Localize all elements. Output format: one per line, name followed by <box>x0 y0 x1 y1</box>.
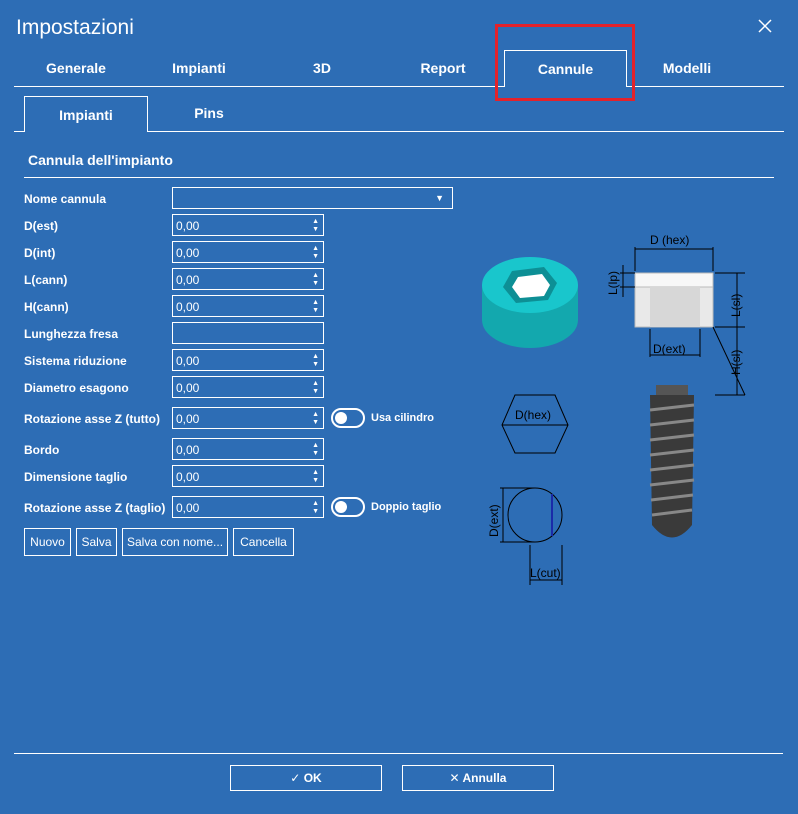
annulla-button[interactable]: ✕ Annulla <box>402 765 554 791</box>
tab-report[interactable]: Report <box>410 60 476 80</box>
d-int-spinbox[interactable]: 0,00 ▲ ▼ <box>172 241 324 263</box>
dimensione-taglio-value: 0,00 <box>176 470 200 484</box>
rotazione-tutto-value: 0,00 <box>176 412 200 426</box>
sistema-riduzione-spinbox[interactable]: 0,00 ▲ ▼ <box>172 349 324 371</box>
d-hex-2-label: D(hex) <box>515 408 551 422</box>
d-est-spinbox[interactable]: 0,00 ▲ ▼ <box>172 214 324 236</box>
spin-down-icon[interactable]: ▼ <box>312 361 319 368</box>
l-sl-label: L(sl) <box>729 294 743 317</box>
cancella-button[interactable]: Cancella <box>233 528 294 556</box>
sistema-riduzione-value: 0,00 <box>176 354 200 368</box>
spin-down-icon[interactable]: ▼ <box>312 253 319 260</box>
hexagon-diagram <box>501 394 569 454</box>
spin-down-icon[interactable]: ▼ <box>312 419 319 426</box>
spin-up-icon[interactable]: ▲ <box>312 380 319 387</box>
lunghezza-fresa-input[interactable] <box>172 322 324 344</box>
subtab-pins[interactable]: Pins <box>184 105 234 121</box>
spin-up-icon[interactable]: ▲ <box>312 245 319 252</box>
implant-illustration <box>649 385 695 538</box>
tab-generale[interactable]: Generale <box>36 60 116 80</box>
rotazione-taglio-value: 0,00 <box>176 501 200 515</box>
cannula-3d-model <box>482 257 578 348</box>
ok-button[interactable]: ✓ OK <box>230 765 382 791</box>
toggle-knob <box>335 412 347 424</box>
rotazione-taglio-label: Rotazione asse Z (taglio) <box>24 501 166 515</box>
spin-up-icon[interactable]: ▲ <box>312 218 319 225</box>
tabs-divider <box>14 86 784 87</box>
section-divider <box>24 177 774 178</box>
nome-cannula-label: Nome cannula <box>24 192 107 206</box>
diametro-esagono-value: 0,00 <box>176 381 200 395</box>
d-ext-2-label: D(ext) <box>487 504 501 537</box>
d-int-label: D(int) <box>24 246 56 260</box>
diametro-esagono-spinbox[interactable]: 0,00 ▲ ▼ <box>172 376 324 398</box>
spin-up-icon[interactable]: ▲ <box>312 272 319 279</box>
spin-down-icon[interactable]: ▼ <box>312 477 319 484</box>
usa-cilindro-label: Usa cilindro <box>371 412 434 424</box>
close-icon[interactable] <box>757 18 773 34</box>
bordo-value: 0,00 <box>176 443 200 457</box>
bordo-label: Bordo <box>24 443 60 457</box>
doppio-taglio-toggle[interactable] <box>331 497 365 517</box>
l-cann-label: L(cann) <box>24 273 68 287</box>
spin-up-icon[interactable]: ▲ <box>312 411 319 418</box>
tab-modelli[interactable]: Modelli <box>652 60 722 80</box>
d-hex-label: D (hex) <box>650 233 689 247</box>
doppio-taglio-label: Doppio taglio <box>371 501 442 513</box>
dimensione-taglio-label: Dimensione taglio <box>24 470 128 484</box>
bottom-divider <box>14 753 783 754</box>
tab-3d[interactable]: 3D <box>302 60 342 80</box>
l-cann-value: 0,00 <box>176 273 200 287</box>
window-title: Impostazioni <box>16 16 134 39</box>
salva-con-nome-button[interactable]: Salva con nome... <box>122 528 228 556</box>
cannula-side-view <box>620 247 746 396</box>
close-x-icon: ✕ <box>449 771 460 785</box>
l-cut-label: L(cut) <box>530 566 561 580</box>
spin-down-icon[interactable]: ▼ <box>312 307 319 314</box>
toggle-knob <box>335 501 347 513</box>
annulla-label: Annulla <box>462 771 507 785</box>
spin-down-icon[interactable]: ▼ <box>312 508 319 515</box>
rotazione-tutto-spinbox[interactable]: 0,00 ▲ ▼ <box>172 407 324 429</box>
dimensione-taglio-spinbox[interactable]: 0,00 ▲ ▼ <box>172 465 324 487</box>
d-est-label: D(est) <box>24 219 59 233</box>
bordo-spinbox[interactable]: 0,00 ▲ ▼ <box>172 438 324 460</box>
d-est-value: 0,00 <box>176 219 200 233</box>
subtab-impianti[interactable]: Impianti <box>24 96 148 132</box>
spin-up-icon[interactable]: ▲ <box>312 469 319 476</box>
h-cann-spinbox[interactable]: 0,00 ▲ ▼ <box>172 295 324 317</box>
ok-label: OK <box>303 771 322 785</box>
rotazione-taglio-spinbox[interactable]: 0,00 ▲ ▼ <box>172 496 324 518</box>
nuovo-button[interactable]: Nuovo <box>24 528 71 556</box>
spin-up-icon[interactable]: ▲ <box>312 500 319 507</box>
l-cann-spinbox[interactable]: 0,00 ▲ ▼ <box>172 268 324 290</box>
usa-cilindro-toggle[interactable] <box>331 408 365 428</box>
l-lp-label: L(lp) <box>606 271 620 295</box>
h-cann-label: H(cann) <box>24 300 69 314</box>
spin-down-icon[interactable]: ▼ <box>312 450 319 457</box>
spin-up-icon[interactable]: ▲ <box>312 442 319 449</box>
rotazione-tutto-label: Rotazione asse Z (tutto) <box>24 412 161 426</box>
diametro-esagono-label: Diametro esagono <box>24 381 129 395</box>
spin-up-icon[interactable]: ▲ <box>312 299 319 306</box>
cannula-diagram: D (hex) L(lp) L(sl) D(ext) H(sl) D(hex) … <box>482 233 746 585</box>
h-sl-label: H(sl) <box>729 350 743 375</box>
d-ext-label: D(ext) <box>653 342 686 356</box>
h-cann-value: 0,00 <box>176 300 200 314</box>
spin-down-icon[interactable]: ▼ <box>312 226 319 233</box>
lunghezza-fresa-label: Lunghezza fresa <box>24 327 119 341</box>
tab-impianti[interactable]: Impianti <box>159 60 239 80</box>
highlight-annotation <box>495 24 635 101</box>
sistema-riduzione-label: Sistema riduzione <box>24 354 127 368</box>
spin-down-icon[interactable]: ▼ <box>312 280 319 287</box>
nome-cannula-select[interactable]: ▼ <box>172 187 453 209</box>
section-title: Cannula dell'impianto <box>28 152 173 168</box>
d-int-value: 0,00 <box>176 246 200 260</box>
spin-up-icon[interactable]: ▲ <box>312 353 319 360</box>
chevron-down-icon: ▼ <box>435 193 444 203</box>
check-icon: ✓ <box>290 771 301 785</box>
salva-button[interactable]: Salva <box>76 528 117 556</box>
spin-down-icon[interactable]: ▼ <box>312 388 319 395</box>
